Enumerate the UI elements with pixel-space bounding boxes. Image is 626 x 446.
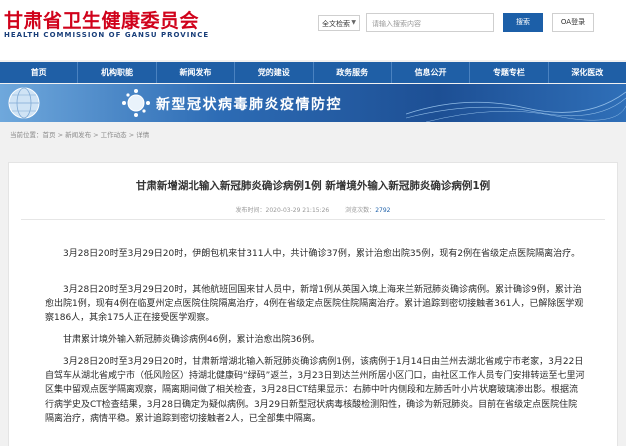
breadcrumb[interactable]: 当前位置：首页 > 新闻发布 > 工作动态 > 详情 (10, 129, 149, 139)
nav-item-services[interactable]: 政务服务 (314, 62, 392, 83)
nav-item-party[interactable]: 党的建设 (235, 62, 314, 83)
article-paragraph: 3月28日20时至3月29日20时，甘肃新增湖北输入新冠肺炎确诊病例1例，该病例… (45, 357, 585, 424)
nav-item-functions[interactable]: 机构职能 (78, 62, 157, 83)
globe-icon (8, 87, 40, 119)
page: 甘肃省卫生健康委员会 HEALTH COMMISSION OF GANSU PR… (0, 0, 626, 446)
article-paragraph: 3月28日20时至3月29日20时，伊朗包机来甘311人中，共计确诊37例，累计… (63, 249, 581, 259)
site-title[interactable]: 甘肃省卫生健康委员会 (4, 6, 199, 33)
nav-item-topics[interactable]: 专题专栏 (470, 62, 549, 83)
site-subtitle: HEALTH COMMISSION OF GANSU PROVINCE (4, 31, 210, 39)
search-placeholder: 请输入搜索内容 (372, 20, 421, 28)
site-header: 甘肃省卫生健康委员会 HEALTH COMMISSION OF GANSU PR… (0, 0, 626, 60)
nav-item-reform[interactable]: 深化医改 (549, 62, 626, 83)
nav-item-disclosure[interactable]: 信息公开 (392, 62, 471, 83)
view-count: 浏览次数：2792 (345, 207, 390, 214)
banner-title: 新型冠状病毒肺炎疫情防控 (156, 97, 342, 113)
virus-icon (122, 89, 150, 117)
search-input[interactable]: 请输入搜索内容 (366, 13, 494, 32)
search-scope-select[interactable]: 全文检索 ▼ (318, 15, 360, 31)
article-card: 甘肃新增湖北输入新冠肺炎确诊病例1例 新增境外输入新冠肺炎确诊病例1例 发布时间… (8, 162, 618, 446)
article-paragraph: 甘肃累计境外输入新冠肺炎确诊病例46例，累计治愈出院36例。 (63, 335, 320, 345)
article-paragraph: 3月28日20时至3月29日20时，其他航班回国来甘人员中，新增1例从英国入境上… (45, 285, 584, 324)
view-count-label: 浏览次数： (345, 207, 376, 214)
divider (21, 219, 605, 220)
epidemic-banner[interactable]: 新型冠状病毒肺炎疫情防控 (0, 84, 626, 122)
nav-item-home[interactable]: 首页 (0, 62, 79, 83)
main-nav: 首页 机构职能 新闻发布 党的建设 政务服务 信息公开 专题专栏 深化医改 (0, 62, 626, 83)
publish-time: 发布时间：2020-03-29 21:15:26 (235, 207, 330, 214)
chevron-down-icon: ▼ (351, 19, 356, 26)
article-title: 甘肃新增湖北输入新冠肺炎确诊病例1例 新增境外输入新冠肺炎确诊病例1例 (135, 180, 491, 192)
decorative-lines (406, 91, 626, 122)
article-meta: 发布时间：2020-03-29 21:15:26 浏览次数：2792 (9, 205, 617, 214)
oa-login-button[interactable]: OA登录 (552, 13, 594, 32)
search-scope-value: 全文检索 (322, 20, 350, 28)
nav-item-news[interactable]: 新闻发布 (157, 62, 236, 83)
search-button[interactable]: 搜索 (503, 13, 543, 32)
view-count-value: 2792 (375, 207, 391, 214)
